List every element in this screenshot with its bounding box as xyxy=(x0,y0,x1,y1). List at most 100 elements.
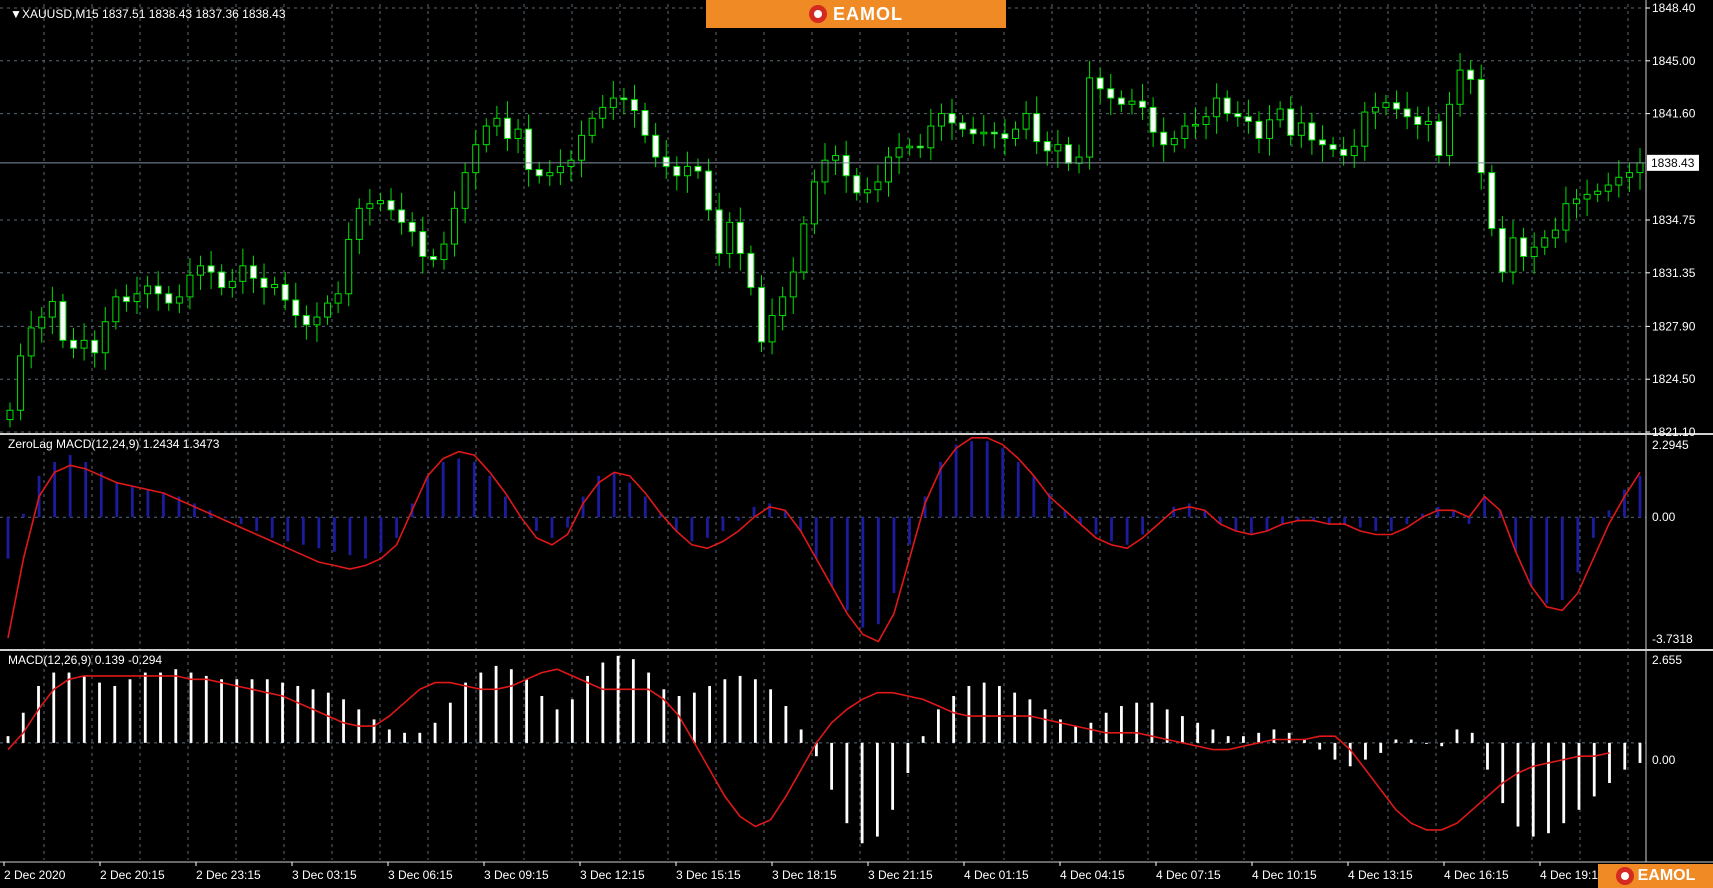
macd-bar xyxy=(708,685,712,743)
zerolag-bar xyxy=(472,461,476,518)
candle-body xyxy=(1139,100,1147,108)
candle-body xyxy=(1170,137,1178,146)
macd-bar xyxy=(1043,709,1047,743)
current-price-tag: 1838.43 xyxy=(1647,154,1699,171)
macd-bar xyxy=(326,692,330,743)
macd-bar xyxy=(1531,742,1535,837)
candle-body xyxy=(218,271,226,289)
candle-body xyxy=(895,147,903,158)
macd-bar xyxy=(1211,729,1215,743)
zerolag-bar xyxy=(737,517,740,521)
macd-bar xyxy=(631,659,635,743)
zerolag-bar xyxy=(830,517,834,587)
macd-bar xyxy=(906,742,910,773)
candle-body xyxy=(556,165,564,174)
candle-body xyxy=(482,125,490,146)
trading-chart[interactable]: ▼ XAUUSD,M15 1837.51 1838.43 1837.36 183… xyxy=(0,0,1713,888)
zerolag-axis-zero: 0.00 xyxy=(1652,510,1676,524)
candle-body xyxy=(355,207,363,240)
price-tick-label: 1827.90 xyxy=(1652,319,1696,333)
zerolag-bar xyxy=(301,517,305,545)
zerolag-bar xyxy=(814,517,818,559)
symbol-header: XAUUSD,M15 1837.51 1838.43 1837.36 1838.… xyxy=(22,7,286,21)
candle-body xyxy=(1297,122,1305,136)
candle-body xyxy=(1477,78,1485,174)
time-tick-label: 4 Dec 19:15 xyxy=(1540,868,1605,882)
zerolag-bar xyxy=(441,461,445,518)
macd-bar xyxy=(1196,722,1200,743)
eamol-watermark[interactable]: EAMOL xyxy=(1598,864,1713,888)
candle-body xyxy=(1223,97,1231,115)
macd-bar xyxy=(845,742,849,824)
zerolag-bar xyxy=(68,455,72,518)
macd-bar xyxy=(128,679,132,743)
zerolag-bar xyxy=(706,517,709,538)
candle-body xyxy=(1509,237,1517,273)
candle-body xyxy=(1615,176,1623,186)
macd-bar xyxy=(1470,732,1474,743)
candle-body xyxy=(599,106,607,119)
macd-bar xyxy=(692,692,696,743)
macd-bar xyxy=(1120,706,1123,743)
candle-body xyxy=(1160,131,1168,146)
price-tag-text: 1838.43 xyxy=(1651,156,1695,170)
macd-bar xyxy=(342,699,345,743)
candle-body xyxy=(1086,77,1094,158)
candle-body xyxy=(747,252,755,289)
candle-body xyxy=(1012,128,1020,139)
macd-bar xyxy=(1394,739,1398,743)
macd-bar xyxy=(509,669,513,743)
zerolag-bar xyxy=(146,489,150,518)
zerolag-bar xyxy=(566,517,569,528)
price-axis[interactable]: 1848.40 1845.00 1841.60 1834.75 1831.35 1827.… xyxy=(1646,1,1696,439)
zerolag-bar xyxy=(1358,517,1362,528)
zerolag-histogram xyxy=(6,441,1642,628)
zerolag-bar xyxy=(845,517,849,611)
candle-body xyxy=(1287,108,1295,136)
macd-bar xyxy=(494,665,498,743)
zerolag-bar xyxy=(1514,517,1518,552)
macd-axis-zero: 0.00 xyxy=(1652,753,1676,767)
time-axis[interactable]: 2 Dec 2020 2 Dec 20:15 2 Dec 23:15 3 Dec 03… xyxy=(3,862,1605,882)
candle-body xyxy=(1117,97,1125,105)
time-tick-label: 4 Dec 01:15 xyxy=(964,868,1029,882)
candle-body xyxy=(863,189,871,194)
zerolag-bar xyxy=(6,517,10,559)
zerolag-bar xyxy=(224,517,227,519)
macd-bar xyxy=(647,672,650,743)
zerolag-bar xyxy=(1250,517,1253,535)
triangle-down-icon[interactable]: ▼ xyxy=(10,7,22,21)
eamol-logo-text: EAMOL xyxy=(833,3,903,24)
macd-axis-max: 2.655 xyxy=(1652,653,1682,667)
candle-body xyxy=(260,277,268,289)
zerolag-bar xyxy=(1110,517,1113,542)
macd-bar xyxy=(769,689,773,743)
candle-body xyxy=(1202,116,1210,125)
zerolag-bar xyxy=(99,472,103,518)
candle-body xyxy=(832,155,840,161)
candle-body xyxy=(1033,113,1041,143)
eamol-banner[interactable]: EAMOL xyxy=(706,0,1006,28)
macd-bar xyxy=(418,732,422,743)
candle-body xyxy=(493,117,501,127)
candle-body xyxy=(779,296,787,317)
macd-bar xyxy=(204,675,208,743)
zerolag-bar xyxy=(193,503,196,518)
candle-body xyxy=(133,293,141,303)
candle-body xyxy=(1414,116,1422,125)
macd-bar xyxy=(753,679,757,743)
zerolag-bar xyxy=(503,496,507,518)
macd-bar xyxy=(891,742,895,810)
macd-bar xyxy=(525,679,528,743)
zerolag-bar xyxy=(877,517,880,625)
zerolag-bar xyxy=(255,517,259,532)
zerolag-bar xyxy=(1545,517,1549,604)
macd-bar xyxy=(189,672,193,743)
candle-body xyxy=(387,200,395,211)
zerolag-bar xyxy=(488,475,492,518)
zerolag-bar xyxy=(1374,517,1378,532)
macd-bar xyxy=(998,685,1001,743)
candle-body xyxy=(1456,69,1464,105)
macd-bar xyxy=(1333,742,1337,760)
macd-bar xyxy=(1135,702,1139,743)
